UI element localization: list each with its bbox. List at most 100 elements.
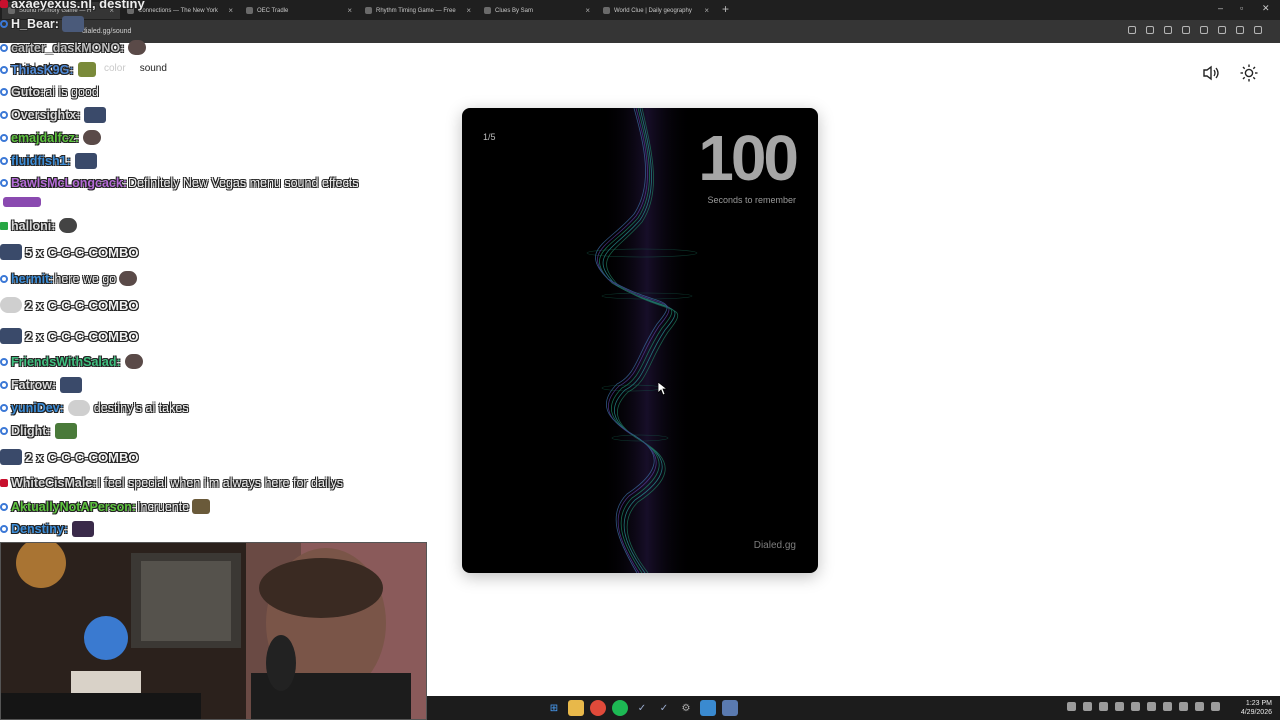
webcam-image bbox=[1, 543, 426, 719]
tray-icon[interactable] bbox=[1179, 702, 1188, 711]
extension-icon[interactable] bbox=[1164, 26, 1172, 34]
maximize-icon[interactable]: ▫ bbox=[1240, 3, 1243, 13]
menu-icon[interactable] bbox=[1254, 26, 1262, 34]
close-tab-icon[interactable]: × bbox=[466, 6, 471, 15]
chat-message: yuniDev: destiny's ai takes bbox=[0, 400, 189, 416]
chat-message: H_Bear: bbox=[0, 16, 84, 32]
extension-icon[interactable] bbox=[1218, 26, 1226, 34]
close-window-icon[interactable]: ✕ bbox=[1262, 3, 1270, 14]
chat-message: Guto: ai is good bbox=[0, 85, 99, 99]
combo-x: x bbox=[36, 244, 44, 260]
tray-icon[interactable] bbox=[1115, 702, 1124, 711]
close-tab-icon[interactable]: × bbox=[704, 6, 709, 15]
badge-icon bbox=[0, 0, 8, 8]
sun-icon[interactable] bbox=[1240, 64, 1258, 87]
tray-icon[interactable] bbox=[1067, 702, 1076, 711]
emote-icon bbox=[128, 40, 147, 55]
spotify-icon[interactable] bbox=[612, 700, 628, 716]
chat-username: Fatrow: bbox=[11, 378, 57, 392]
tab-clues-by-sam[interactable]: Clues By Sam × bbox=[478, 2, 596, 19]
chat-username: BawlsMcLongcack: bbox=[11, 176, 128, 190]
round-counter: 1/5 bbox=[483, 132, 496, 142]
chat-message: FriendsWithSalad: bbox=[0, 354, 143, 369]
chat-username: AktuallyNotAPerson: bbox=[11, 499, 137, 514]
webcam-feed bbox=[0, 542, 427, 720]
chrome-icon[interactable] bbox=[590, 700, 606, 716]
app-icon[interactable]: ✓ bbox=[656, 700, 672, 716]
emote-icon bbox=[84, 107, 107, 123]
sub-badge-icon bbox=[0, 357, 8, 366]
taskbar-clock[interactable]: 1:23 PM 4/29/2026 bbox=[1241, 699, 1272, 717]
chat-message: ThiasK9G: bbox=[0, 62, 96, 77]
settings-icon[interactable]: ⚙ bbox=[678, 700, 694, 716]
app-icon[interactable] bbox=[722, 700, 738, 716]
app-icon[interactable]: ✓ bbox=[634, 700, 650, 716]
page-header-icons bbox=[1202, 64, 1258, 87]
tray-icon[interactable] bbox=[1195, 702, 1204, 711]
toolbar-icons bbox=[1128, 26, 1262, 34]
extension-icon[interactable] bbox=[1200, 26, 1208, 34]
stream-chat-overlay: axaeyexus.nl, destiny H_Bear: carter_das… bbox=[0, 0, 430, 545]
tray-icon[interactable] bbox=[1099, 702, 1108, 711]
combo-count: 2 bbox=[25, 449, 33, 465]
speaker-icon[interactable] bbox=[1202, 64, 1220, 87]
file-explorer-icon[interactable] bbox=[568, 700, 584, 716]
tab-favicon bbox=[484, 7, 491, 14]
chat-username: Oversightx: bbox=[11, 108, 81, 122]
combo-x: x bbox=[36, 449, 44, 465]
chat-message-text: ai is good bbox=[45, 85, 99, 99]
combo-line: 2 x C-C-C-COMBO bbox=[0, 297, 138, 313]
chat-message: hermit: here we go bbox=[0, 271, 138, 286]
card-brand: Dialed.gg bbox=[753, 540, 796, 551]
tray-icon[interactable] bbox=[1131, 702, 1140, 711]
chat-message-text: I feel special when i'm always here for … bbox=[97, 476, 343, 490]
zoom-icon[interactable] bbox=[1128, 26, 1136, 34]
sound-game-card[interactable]: 1/5 100 Seconds to remember Dialed.gg bbox=[462, 108, 818, 573]
windows-taskbar: ⊞ ✓ ✓ ⚙ 1:23 PM 4/29/2026 bbox=[427, 696, 1280, 720]
sub-badge-icon bbox=[0, 179, 8, 187]
chat-username: Dlight: bbox=[11, 424, 51, 438]
chat-message-text: Definitely New Vegas menu sound effects bbox=[128, 176, 359, 190]
mouse-cursor-icon bbox=[657, 381, 669, 401]
chat-message: Oversightx: bbox=[0, 107, 107, 123]
tray-icon[interactable] bbox=[1163, 702, 1172, 711]
start-icon[interactable]: ⊞ bbox=[546, 700, 562, 716]
chat-username: FriendsWithSalad: bbox=[11, 354, 121, 369]
emote-icon bbox=[3, 197, 41, 207]
sub-badge-icon bbox=[0, 111, 8, 119]
chat-message: WhiteCisMale: I feel special when i'm al… bbox=[0, 476, 343, 490]
minimize-icon[interactable]: – bbox=[1218, 3, 1223, 13]
clock-date: 4/29/2026 bbox=[1240, 709, 1272, 716]
sub-badge-icon bbox=[0, 65, 8, 74]
emote-icon bbox=[67, 400, 90, 416]
combo-line: 5 x C-C-C-COMBO bbox=[0, 244, 138, 260]
close-tab-icon[interactable]: × bbox=[585, 6, 590, 15]
chat-message: Fatrow: bbox=[0, 377, 83, 393]
chat-message: Dlight: bbox=[0, 423, 77, 439]
chat-username: carter_daskMONO: bbox=[11, 40, 125, 55]
emote-icon bbox=[74, 153, 97, 169]
chat-username: Guto: bbox=[11, 85, 45, 99]
chat-username: Denstiny: bbox=[11, 522, 68, 536]
emote-icon bbox=[0, 328, 22, 344]
combo-count: 5 bbox=[25, 244, 33, 260]
sub-badge-icon bbox=[0, 274, 8, 283]
extension-icon[interactable] bbox=[1182, 26, 1190, 34]
app-icon[interactable] bbox=[700, 700, 716, 716]
profile-icon[interactable] bbox=[1236, 26, 1244, 34]
chat-username: emajdalfcz: bbox=[11, 130, 80, 145]
new-tab-icon[interactable]: + bbox=[722, 3, 729, 15]
clock-time: 1:23 PM bbox=[1245, 700, 1272, 707]
combo-label: C-C-C-COMBO bbox=[47, 328, 139, 344]
sub-badge-icon bbox=[0, 20, 8, 28]
emote-icon bbox=[77, 62, 96, 77]
bookmark-star-icon[interactable] bbox=[1146, 26, 1154, 34]
emote-icon bbox=[0, 449, 22, 465]
volume-icon[interactable] bbox=[1211, 702, 1220, 711]
tab-world-clue[interactable]: World Clue | Daily geography × bbox=[597, 2, 715, 19]
tray-icon[interactable] bbox=[1147, 702, 1156, 711]
tray-icon[interactable] bbox=[1083, 702, 1092, 711]
system-tray bbox=[1067, 702, 1220, 711]
chat-header-text: axaeyexus.nl, destiny bbox=[11, 0, 145, 11]
emote-icon bbox=[83, 130, 102, 145]
